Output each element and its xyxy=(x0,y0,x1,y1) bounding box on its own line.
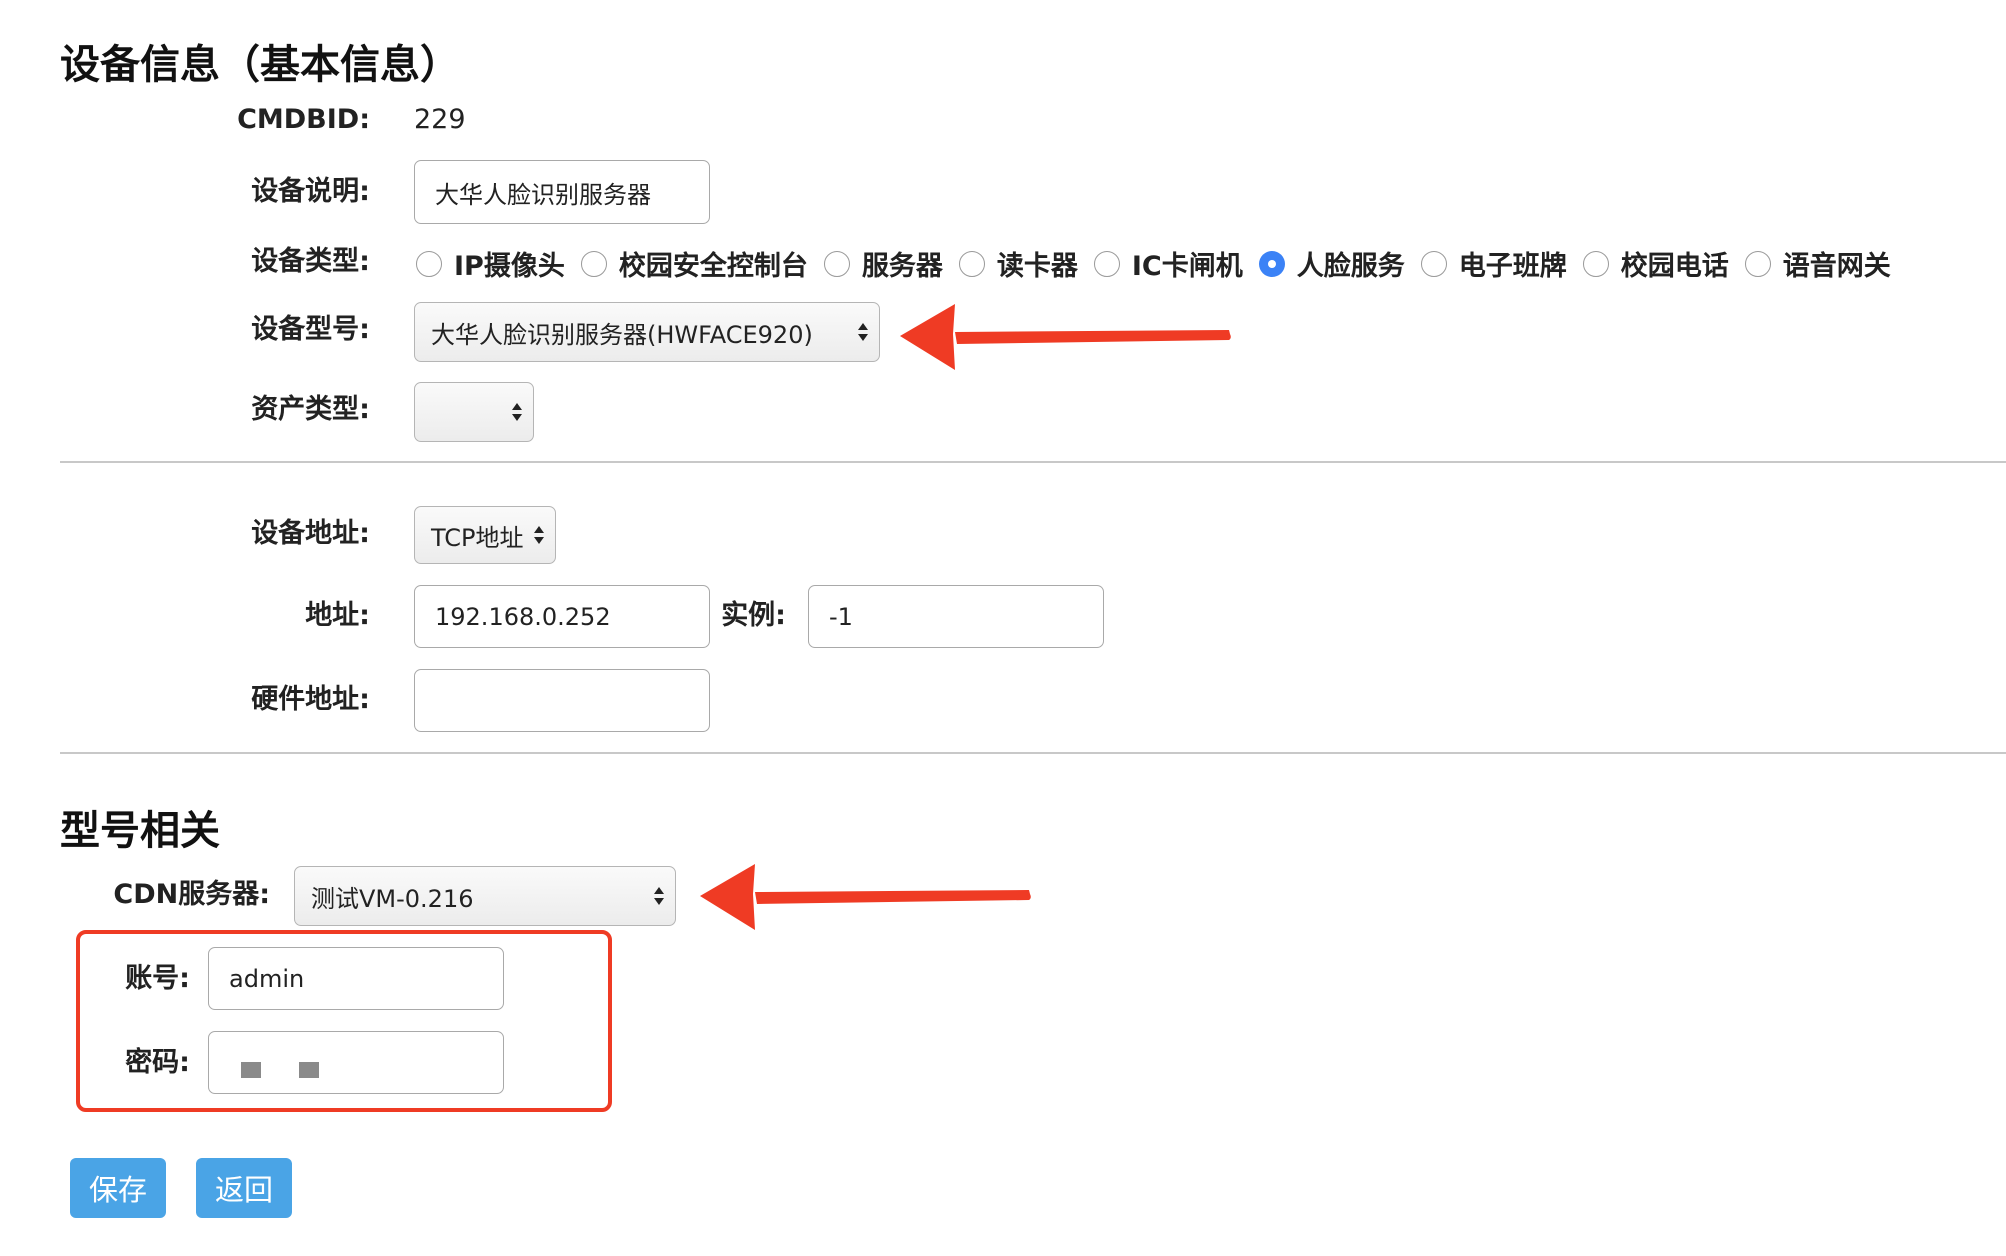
radio-option-voice-gateway[interactable]: 语音网关 xyxy=(1729,244,1891,283)
device-model-label: 设备型号: xyxy=(251,314,370,345)
description-input[interactable]: 大华人脸识别服务器 xyxy=(414,160,710,224)
instance-input[interactable]: -1 xyxy=(808,585,1104,648)
asset-type-label: 资产类型: xyxy=(251,394,370,425)
device-address-value: TCP地址 xyxy=(431,523,524,552)
radio-option-card-reader[interactable]: 读卡器 xyxy=(943,244,1078,283)
address-label: 地址: xyxy=(305,600,370,631)
password-mask-block xyxy=(241,1061,261,1078)
section-title-model: 型号相关 xyxy=(60,808,220,854)
hardware-address-label: 硬件地址: xyxy=(251,684,370,715)
description-label: 设备说明: xyxy=(251,176,370,207)
radio-button[interactable] xyxy=(958,250,985,277)
address-input[interactable]: 192.168.0.252 xyxy=(414,585,710,648)
radio-label: 电子班牌 xyxy=(1458,251,1567,282)
select-arrows-icon xyxy=(534,526,544,544)
radio-button[interactable] xyxy=(416,250,442,277)
device-address-label: 设备地址: xyxy=(251,518,370,549)
hardware-address-input[interactable] xyxy=(414,669,710,732)
radio-label: 读卡器 xyxy=(996,251,1078,282)
cmdbid-label: CMDBID: xyxy=(237,104,370,135)
radio-button[interactable] xyxy=(1420,250,1447,277)
radio-option-ic-gate[interactable]: IC卡闸机 xyxy=(1078,244,1243,283)
radio-label: 校园安全控制台 xyxy=(618,251,808,282)
radio-label: 校园电话 xyxy=(1620,251,1729,282)
radio-option-class-board[interactable]: 电子班牌 xyxy=(1405,244,1567,283)
radio-button[interactable] xyxy=(1744,250,1771,277)
radio-label: 服务器 xyxy=(861,251,943,282)
password-mask-block xyxy=(299,1061,319,1078)
select-arrows-icon xyxy=(654,887,664,905)
device-model-value: 大华人脸识别服务器(HWFACE920) xyxy=(431,320,813,349)
cdn-server-value: 测试VM-0.216 xyxy=(311,884,474,913)
radio-button[interactable] xyxy=(1093,250,1120,277)
instance-label: 实例: xyxy=(721,600,786,631)
radio-label: 人脸服务 xyxy=(1296,251,1405,282)
device-model-select[interactable]: 大华人脸识别服务器(HWFACE920) xyxy=(414,302,880,362)
asset-type-select[interactable] xyxy=(414,382,534,442)
radio-label: 语音网关 xyxy=(1782,251,1891,282)
radio-button[interactable] xyxy=(580,250,607,277)
red-arrow-annotation-icon xyxy=(900,304,1231,370)
section-title-basic-info: 设备信息（基本信息） xyxy=(60,42,460,88)
cdn-server-select[interactable]: 测试VM-0.216 xyxy=(294,866,676,926)
password-input[interactable] xyxy=(208,1031,504,1094)
device-type-label: 设备类型: xyxy=(251,246,370,277)
radio-button[interactable] xyxy=(823,250,850,277)
device-address-select[interactable]: TCP地址 xyxy=(414,506,556,564)
radio-button-checked[interactable] xyxy=(1258,250,1285,277)
radio-option-face-service[interactable]: 人脸服务 xyxy=(1243,244,1405,283)
account-input[interactable]: admin xyxy=(208,947,504,1010)
radio-label: IP摄像头 xyxy=(454,251,565,282)
cdn-server-label: CDN服务器: xyxy=(113,879,270,910)
save-button[interactable]: 保存 xyxy=(70,1158,166,1218)
password-label: 密码: xyxy=(125,1047,190,1078)
radio-option-campus-phone[interactable]: 校园电话 xyxy=(1567,244,1729,283)
red-arrow-annotation-icon xyxy=(700,864,1031,930)
section-divider xyxy=(60,752,2006,754)
radio-option-ip-camera[interactable]: IP摄像头 xyxy=(400,244,565,283)
account-label: 账号: xyxy=(125,963,190,994)
device-type-radio-group: IP摄像头 校园安全控制台 服务器 读卡器 IC卡闸机 人脸服务 电子班牌 校园… xyxy=(400,244,1891,283)
radio-option-server[interactable]: 服务器 xyxy=(808,244,943,283)
back-button[interactable]: 返回 xyxy=(196,1158,292,1218)
select-arrows-icon xyxy=(512,403,522,421)
radio-label: IC卡闸机 xyxy=(1131,251,1243,282)
section-divider xyxy=(60,461,2006,463)
radio-option-security-console[interactable]: 校园安全控制台 xyxy=(565,244,808,283)
select-arrows-icon xyxy=(858,323,868,341)
cmdbid-value: 229 xyxy=(414,104,466,135)
radio-button[interactable] xyxy=(1582,250,1609,277)
